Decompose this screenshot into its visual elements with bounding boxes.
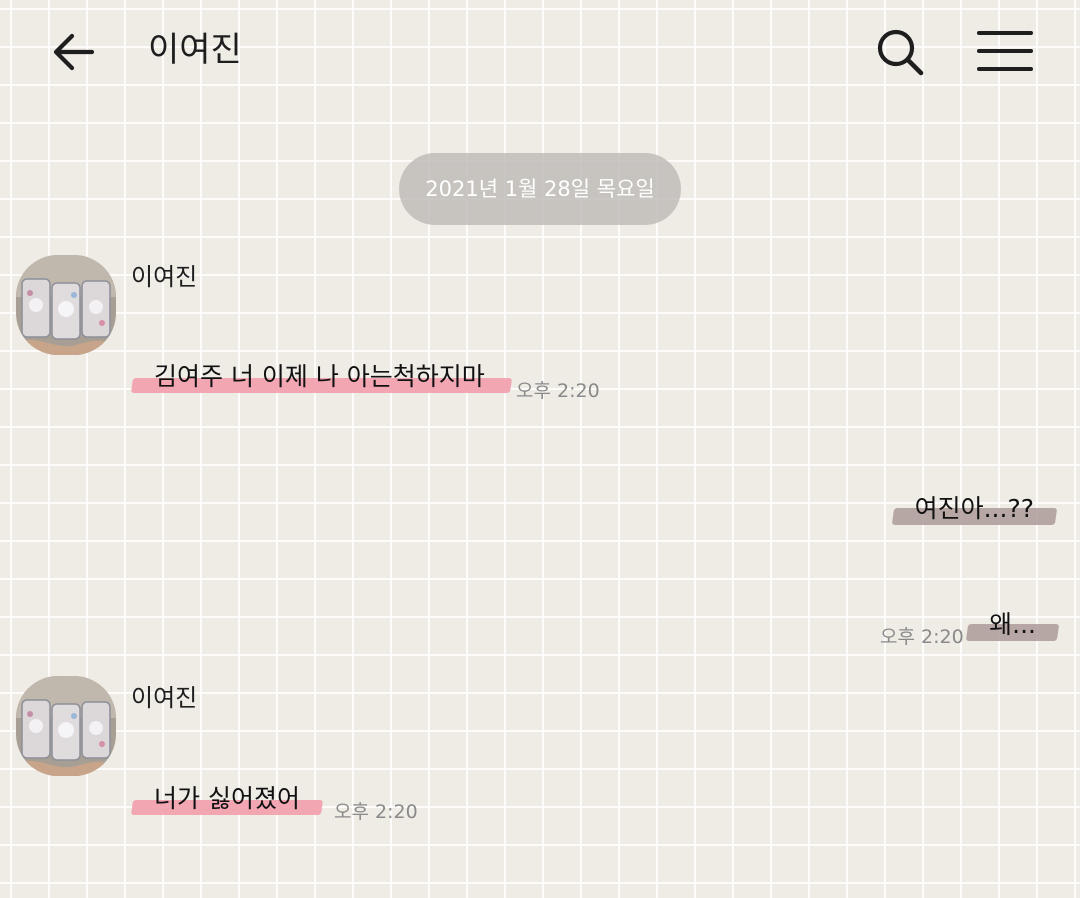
- avatar-photo: [16, 255, 116, 355]
- chat-title: 이여진: [148, 30, 242, 70]
- message-time: 오후 2:20: [334, 801, 418, 823]
- avatar[interactable]: [16, 255, 116, 355]
- sender-name: 이여진: [131, 263, 198, 291]
- menu-button[interactable]: [974, 24, 1036, 80]
- message-text: 여진아...??: [914, 494, 1034, 523]
- message-bubble[interactable]: 김여주 너 이제 나 아는척하지마: [130, 360, 512, 394]
- arrow-left-icon: [53, 33, 95, 71]
- hamburger-menu-icon: [977, 31, 1033, 71]
- avatar-photo: [16, 676, 116, 776]
- message-text: 왜...: [989, 610, 1036, 639]
- message-bubble[interactable]: 여진아...??: [891, 492, 1058, 526]
- search-button[interactable]: [872, 24, 928, 80]
- date-divider: 2021년 1월 28일 목요일: [399, 153, 681, 225]
- message-time: 오후 2:20: [516, 380, 600, 402]
- message-bubble[interactable]: 너가 싫어졌어: [130, 782, 324, 816]
- chat-header: 이여진: [0, 0, 1080, 100]
- avatar[interactable]: [16, 676, 116, 776]
- search-icon: [877, 29, 924, 76]
- message-text: 너가 싫어졌어: [154, 784, 300, 813]
- message-time: 오후 2:20: [880, 626, 964, 648]
- message-bubble[interactable]: 왜...: [965, 608, 1060, 642]
- back-button[interactable]: [46, 24, 102, 80]
- message-text: 김여주 너 이제 나 아는척하지마: [154, 362, 485, 391]
- sender-name: 이여진: [131, 684, 198, 712]
